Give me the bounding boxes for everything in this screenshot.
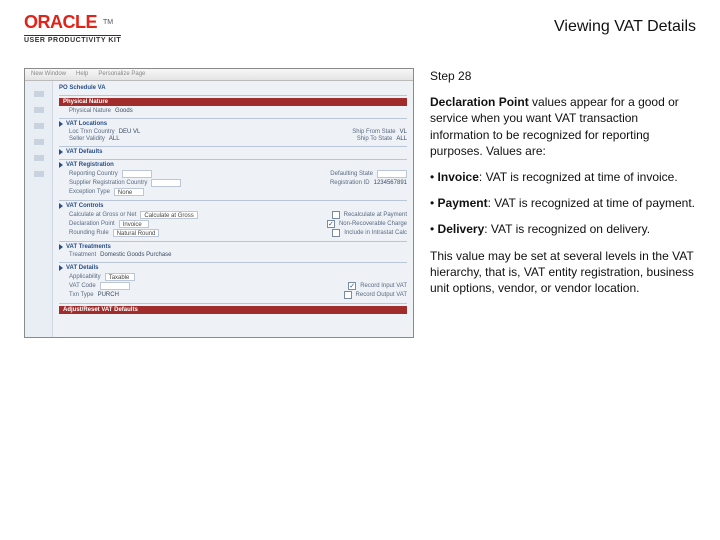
- section-vat-treatments: VAT Treatments: [59, 244, 407, 250]
- chevron-right-icon: [59, 265, 63, 271]
- vat-code-field[interactable]: [100, 282, 130, 290]
- section-vat-details: VAT Details: [59, 265, 407, 271]
- record-output-vat-checkbox[interactable]: [344, 291, 352, 299]
- app-menubar: New Window Help Personalize Page: [25, 69, 413, 81]
- intrastat-checkbox[interactable]: [332, 229, 340, 237]
- bullet-invoice: • Invoice: VAT is recognized at time of …: [430, 169, 696, 185]
- bullet-payment: • Payment: VAT is recognized at time of …: [430, 195, 696, 211]
- nonrecoverable-checkbox[interactable]: ✓: [327, 220, 335, 228]
- record-input-vat-checkbox[interactable]: ✓: [348, 282, 356, 290]
- menu-item: Help: [76, 71, 88, 78]
- chevron-right-icon: [59, 121, 63, 127]
- exception-type-field[interactable]: None: [114, 188, 144, 196]
- chevron-right-icon: [59, 162, 63, 168]
- section-physical-nature: Physical Nature: [59, 98, 407, 106]
- section-vat-defaults: VAT Defaults: [59, 149, 407, 155]
- chevron-right-icon: [59, 203, 63, 209]
- instruction-panel: Step 28 Declaration Point values appear …: [430, 68, 696, 338]
- reporting-country-field[interactable]: [122, 170, 152, 178]
- section-adjust-reset: Adjust/Reset VAT Defaults: [59, 306, 407, 314]
- applicability-field[interactable]: Taxable: [105, 273, 135, 281]
- rounding-rule-field[interactable]: Natural Round: [113, 229, 160, 237]
- menu-item: Personalize Page: [98, 71, 145, 78]
- app-sidebar: [25, 81, 53, 337]
- section-vat-controls: VAT Controls: [59, 203, 407, 209]
- window-title: PO Schedule VA: [59, 85, 407, 91]
- step-label: Step 28: [430, 68, 696, 84]
- bullet-delivery: • Delivery: VAT is recognized on deliver…: [430, 221, 696, 237]
- menu-item: New Window: [31, 71, 66, 78]
- embedded-screenshot: New Window Help Personalize Page PO Sche…: [24, 68, 414, 338]
- chevron-right-icon: [59, 149, 63, 155]
- supplier-reg-country-field[interactable]: [151, 179, 181, 187]
- brand-block: ORACLE TM USER PRODUCTIVITY KIT: [24, 12, 121, 44]
- declaration-point-field[interactable]: Invoice: [119, 220, 149, 228]
- defaulting-state-field[interactable]: [377, 170, 407, 178]
- instruction-note: This value may be set at several levels …: [430, 248, 696, 297]
- page-title: Viewing VAT Details: [554, 18, 696, 36]
- calc-gross-net-field[interactable]: Calculate at Gross: [140, 211, 197, 219]
- chevron-right-icon: [59, 244, 63, 250]
- kit-subtitle: USER PRODUCTIVITY KIT: [24, 35, 121, 44]
- oracle-logo: ORACLE: [24, 12, 97, 33]
- trademark: TM: [103, 19, 113, 26]
- instruction-intro: Declaration Point values appear for a go…: [430, 94, 696, 159]
- section-vat-locations: VAT Locations: [59, 121, 407, 127]
- section-vat-registration: VAT Registration: [59, 162, 407, 168]
- recalc-checkbox[interactable]: [332, 211, 340, 219]
